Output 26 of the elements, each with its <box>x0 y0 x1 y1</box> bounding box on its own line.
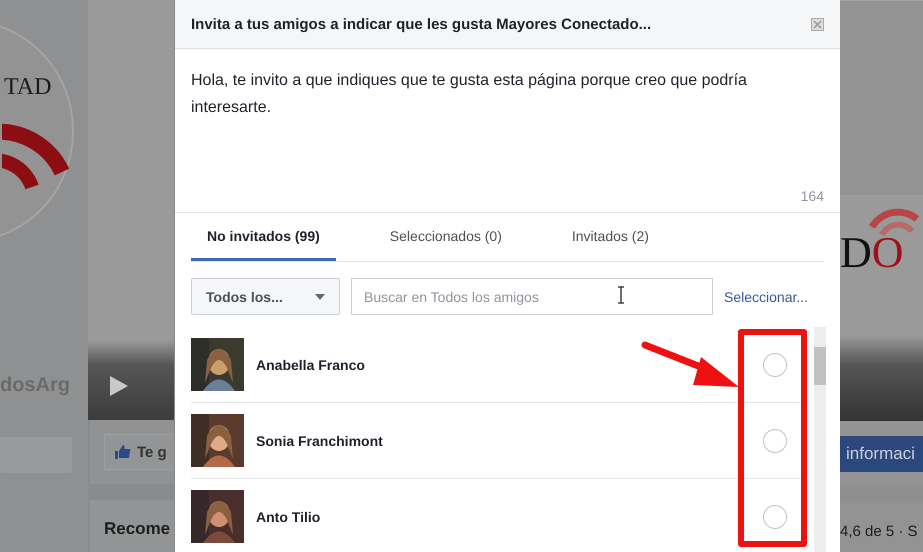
like-button[interactable]: Te g <box>104 434 174 470</box>
tab[interactable]: No invitados (99) <box>191 213 336 261</box>
search-field[interactable]: Buscar en Todos los amigos <box>351 278 713 315</box>
friends-dropdown[interactable]: Todos los... <box>191 278 340 315</box>
friend-name: Sonia Franchimont <box>256 432 384 448</box>
rating-text: 4,6 de 5 · S <box>840 523 918 540</box>
select-radio[interactable] <box>763 428 787 452</box>
select-radio[interactable] <box>763 504 787 528</box>
play-icon[interactable] <box>110 376 128 396</box>
character-count: 164 <box>800 188 824 204</box>
logo-drawing: DO <box>840 195 923 275</box>
close-icon[interactable] <box>811 18 824 30</box>
select-radio[interactable] <box>763 352 787 376</box>
thumbs-up-icon <box>115 445 131 459</box>
tab[interactable]: Seleccionados (0) <box>374 213 518 261</box>
tab[interactable]: Invitados (2) <box>556 213 665 261</box>
message-text: Hola, te invito a que indiques que te gusta esta página porque creo que podría interesarte. <box>191 71 748 118</box>
scrollbar[interactable] <box>814 327 826 552</box>
section-title: Recome <box>104 519 170 538</box>
dialog-title: Invita a tus amigos a indicar que les gusta Mayores Conectado... <box>191 16 652 32</box>
friend-name: Anabella Franco <box>256 356 366 372</box>
select-link[interactable]: Seleccionar... <box>724 288 808 304</box>
caret-icon <box>315 294 325 300</box>
friend-name: Anto Tilio <box>256 508 322 524</box>
info-button[interactable]: informaci <box>840 436 923 472</box>
text-cursor-icon <box>617 286 625 304</box>
